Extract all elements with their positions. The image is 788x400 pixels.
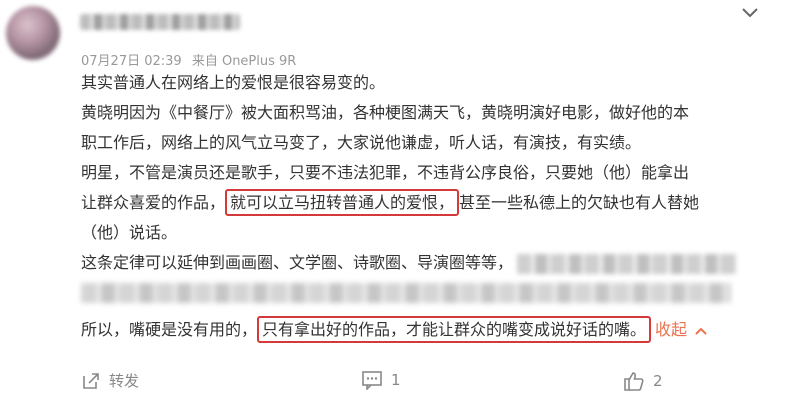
post-meta: 07月27日 02:39 来自 OnePlus 9R bbox=[81, 50, 302, 69]
text: 黄晓明因为《中餐厅》被大面积骂油，各种梗图满天飞，黄晓明演好电影，做好他的本 bbox=[81, 103, 690, 122]
text: 明星，不管是演员还是歌手，只要不违法犯罪，不违背公序良俗，只要她（他）能拿出 bbox=[81, 163, 690, 182]
paragraph-line: 这条定律可以延伸到画画圈、文学圈、诗歌圈、导演圈等等， bbox=[81, 248, 761, 278]
paragraph-line: 职工作后，网络上的风气立马变了，大家说他谦虚，听人话，有演技，有实绩。 bbox=[81, 128, 761, 158]
post-timestamp: 07月27日 02:39 bbox=[81, 54, 182, 69]
chevron-down-icon[interactable] bbox=[739, 4, 761, 20]
username-blurred[interactable] bbox=[80, 14, 240, 30]
like-count: 2 bbox=[653, 372, 663, 390]
comment-icon bbox=[361, 370, 383, 390]
chevron-up-icon bbox=[687, 320, 708, 339]
highlight-box: 就可以立马扭转普通人的爱恨， bbox=[225, 189, 460, 216]
text: 其实普通人在网络上的爱恨是很容易变的。 bbox=[81, 73, 386, 92]
comment-button[interactable]: 1 bbox=[361, 370, 401, 390]
comment-count: 1 bbox=[391, 371, 401, 389]
post-source: 来自 OnePlus 9R bbox=[191, 54, 297, 69]
paragraph-line bbox=[81, 278, 761, 308]
post-content: 其实普通人在网络上的爱恨是很容易变的。 黄晓明因为《中餐厅》被大面积骂油，各种梗… bbox=[81, 68, 761, 345]
repost-button[interactable]: 转发 bbox=[81, 370, 139, 391]
paragraph-line: 让群众喜爱的作品， 就可以立马扭转普通人的爱恨， 甚至一些私德上的欠缺也有人替她 bbox=[81, 188, 761, 218]
blurred-text bbox=[517, 253, 738, 274]
share-icon bbox=[81, 371, 101, 391]
paragraph-line: 所以，嘴硬是没有用的， 只有拿出好的作品，才能让群众的嘴变成说好话的嘴。 收起 bbox=[81, 315, 761, 345]
paragraph-line: 明星，不管是演员还是歌手，只要不违法犯罪，不违背公序良俗，只要她（他）能拿出 bbox=[81, 158, 761, 188]
paragraph-line: （他）说话。 bbox=[81, 218, 761, 248]
action-bar: 转发 1 2 bbox=[81, 370, 761, 396]
avatar[interactable] bbox=[6, 6, 60, 60]
text: （他）说话。 bbox=[81, 223, 178, 242]
highlight-box: 只有拿出好的作品，才能让群众的嘴变成说好话的嘴。 bbox=[257, 316, 652, 343]
text: 所以，嘴硬是没有用的， bbox=[81, 320, 258, 339]
like-button[interactable]: 2 bbox=[623, 370, 663, 392]
blurred-text bbox=[81, 283, 731, 303]
text: 让群众喜爱的作品， bbox=[81, 193, 226, 212]
text: 职工作后，网络上的风气立马变了，大家说他谦虚，听人话，有演技，有实绩。 bbox=[81, 133, 642, 152]
paragraph-line: 黄晓明因为《中餐厅》被大面积骂油，各种梗图满天飞，黄晓明演好电影，做好他的本 bbox=[81, 98, 761, 128]
text: 甚至一些私德上的欠缺也有人替她 bbox=[459, 193, 700, 212]
text: 这条定律可以延伸到画画圈、文学圈、诗歌圈、导演圈等等， bbox=[81, 253, 514, 272]
repost-label: 转发 bbox=[109, 372, 140, 390]
collapse-label: 收起 bbox=[655, 320, 688, 339]
collapse-link[interactable]: 收起 bbox=[655, 320, 708, 339]
paragraph-line: 其实普通人在网络上的爱恨是很容易变的。 bbox=[81, 68, 761, 98]
thumbs-up-icon bbox=[623, 370, 645, 392]
